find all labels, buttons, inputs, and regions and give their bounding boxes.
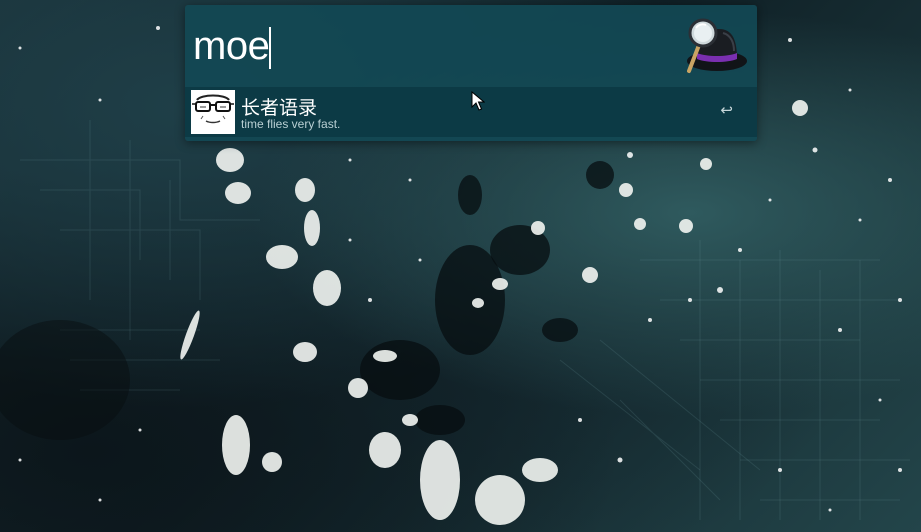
glasses-face-thumbnail-icon	[191, 90, 235, 134]
return-key-icon: ↩	[720, 101, 733, 119]
result-title: 长者语录	[241, 97, 318, 119]
alfred-launcher: 长者语录 time flies very fast. ↩	[185, 5, 757, 141]
mouse-pointer-icon	[471, 91, 485, 111]
alfred-hat-magnifier-icon	[687, 18, 747, 73]
search-input[interactable]	[193, 21, 663, 71]
text-caret	[269, 27, 271, 69]
desktop: 长者语录 time flies very fast. ↩	[0, 0, 921, 532]
result-subtitle: time flies very fast.	[241, 117, 341, 131]
query-bar	[185, 5, 757, 87]
